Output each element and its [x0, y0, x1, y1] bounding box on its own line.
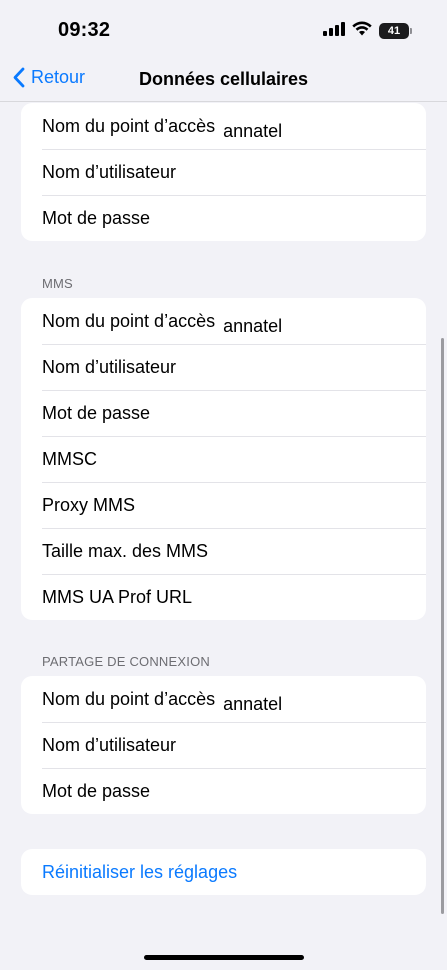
- row-label: Nom d’utilisateur: [42, 161, 177, 182]
- home-indicator[interactable]: [144, 955, 304, 960]
- mms-ua-prof-url-row[interactable]: MMS UA Prof URL: [21, 574, 426, 620]
- hotspot-username-row[interactable]: Nom d’utilisateur: [21, 722, 426, 768]
- row-label: Nom du point d’accès: [42, 115, 216, 136]
- reset-group: Réinitialiser les réglages: [21, 849, 426, 895]
- wifi-icon: [352, 21, 372, 41]
- status-bar: 09:32 41: [0, 0, 447, 58]
- apn-value[interactable]: annatel: [223, 121, 282, 142]
- password-row[interactable]: Mot de passe: [21, 195, 426, 241]
- row-label: Proxy MMS: [42, 494, 136, 515]
- navigation-bar: Retour Données cellulaires: [0, 58, 447, 102]
- username-row[interactable]: Nom d’utilisateur: [21, 149, 426, 195]
- hotspot-group: Nom du point d’accès annatel Nom d’utili…: [21, 676, 426, 814]
- hotspot-apn-value[interactable]: annatel: [223, 694, 282, 715]
- row-label: Mot de passe: [42, 780, 151, 801]
- battery-level: 41: [387, 25, 401, 37]
- row-label: Mot de passe: [42, 402, 151, 423]
- section-header-mms: MMS: [42, 276, 73, 291]
- reset-settings-button[interactable]: Réinitialiser les réglages: [21, 849, 426, 895]
- page-title: Données cellulaires: [138, 69, 309, 89]
- row-label: Nom du point d’accès: [42, 688, 216, 709]
- row-label: Mot de passe: [42, 207, 151, 228]
- mms-group: Nom du point d’accès annatel Nom d’utili…: [21, 298, 426, 620]
- mms-proxy-row[interactable]: Proxy MMS: [21, 482, 426, 528]
- row-label: Nom du point d’accès: [42, 310, 216, 331]
- row-label: MMSC: [42, 448, 97, 469]
- mms-username-row[interactable]: Nom d’utilisateur: [21, 344, 426, 390]
- hotspot-password-row[interactable]: Mot de passe: [21, 768, 426, 814]
- cellular-signal-icon: [323, 21, 345, 41]
- mms-max-size-row[interactable]: Taille max. des MMS: [21, 528, 426, 574]
- mms-apn-value[interactable]: annatel: [223, 316, 282, 337]
- mmsc-row[interactable]: MMSC: [21, 436, 426, 482]
- mms-apn-row[interactable]: Nom du point d’accès annatel: [21, 298, 426, 344]
- scroll-indicator[interactable]: [441, 338, 444, 914]
- status-time: 09:32: [58, 19, 111, 41]
- hotspot-apn-row[interactable]: Nom du point d’accès annatel: [21, 676, 426, 722]
- row-label: Nom d’utilisateur: [42, 734, 177, 755]
- battery-icon: 41: [379, 23, 412, 39]
- mms-password-row[interactable]: Mot de passe: [21, 390, 426, 436]
- cellular-data-group: Nom du point d’accès annatel Nom d’utili…: [21, 103, 426, 241]
- row-label: MMS UA Prof URL: [42, 586, 193, 607]
- status-icons: 41: [323, 21, 412, 41]
- row-label: Nom d’utilisateur: [42, 356, 177, 377]
- row-label: Taille max. des MMS: [42, 540, 209, 561]
- apn-row[interactable]: Nom du point d’accès annatel: [21, 103, 426, 149]
- section-header-hotspot: PARTAGE DE CONNEXION: [42, 654, 210, 669]
